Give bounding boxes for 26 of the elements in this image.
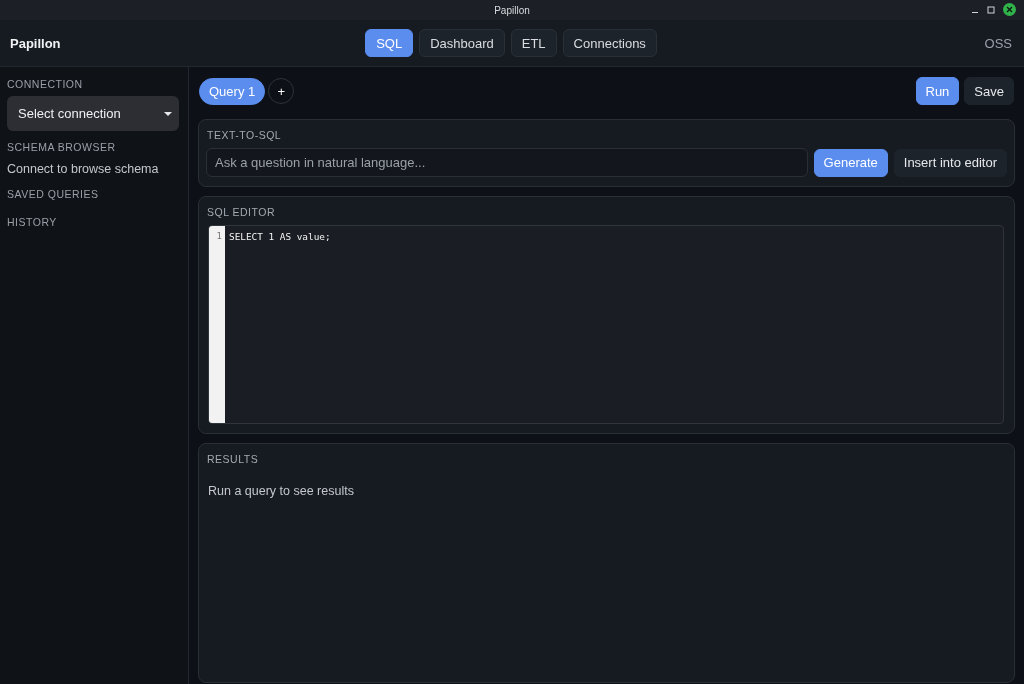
insert-button[interactable]: Insert into editor [893,148,1007,177]
section-heading: SCHEMA BROWSER [7,140,117,154]
nav-tab[interactable]: ETL [510,29,557,57]
section-heading: SAVED QUERIES [7,187,100,201]
nav-tab[interactable]: Dashboard [419,29,505,57]
empty-message: Run a query to see results [208,484,355,498]
section-heading: HISTORY [7,215,58,229]
save-button[interactable]: Save [964,77,1014,105]
panel-heading: RESULTS [207,452,260,466]
panel-heading: TEXT-TO-SQL [207,128,283,142]
window-title: Papillon [494,4,530,16]
edition-label: OSS [984,35,1012,51]
empty-hint: Connect to browse schema [7,161,160,178]
connection-select[interactable]: Select connection [7,96,179,131]
close-icon[interactable] [1003,3,1016,16]
code-editor[interactable]: 1 SELECT 1 AS value; [208,225,1004,424]
maximize-icon[interactable] [987,5,995,14]
panel-heading: SQL EDITOR [207,205,276,219]
section-heading: CONNECTION [7,77,84,91]
line-number: 1 [216,230,222,243]
app-brand: Papillon [10,35,61,51]
nav-tab[interactable]: Connections [562,29,657,57]
question-input[interactable]: Ask a question in natural language... [206,148,808,177]
caret-icon [164,109,172,118]
add-tab-button[interactable]: + [268,78,295,104]
code-line: SELECT 1 AS value; [229,230,332,243]
